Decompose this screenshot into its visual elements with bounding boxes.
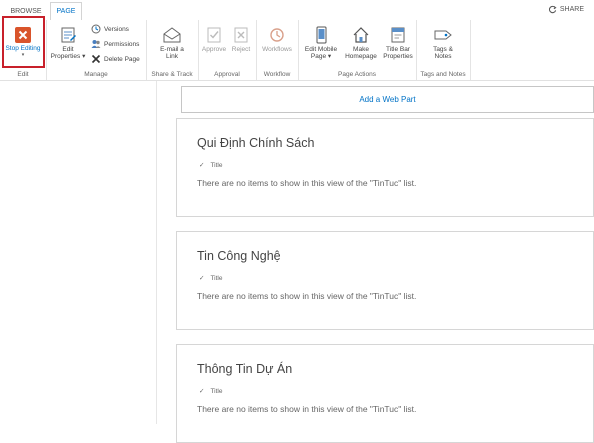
versions-button[interactable]: Versions bbox=[91, 23, 129, 35]
approve-button[interactable]: Approve bbox=[200, 26, 228, 53]
web-part-zone-3: Thông Tin Dự Án ✓ Title There are no ite… bbox=[176, 344, 594, 443]
group-label-tags-notes: Tags and Notes bbox=[420, 71, 466, 78]
email-link-label-2: Link bbox=[166, 53, 178, 60]
share-button[interactable]: SHARE bbox=[548, 5, 584, 14]
top-tab-bar: BROWSE PAGE SHARE bbox=[0, 0, 594, 21]
ribbon: Stop Editing ▾ Edit Edit Properties ▾ Ve… bbox=[0, 20, 594, 81]
group-page-actions: Edit Mobile Page ▾ Make Homepage Title B… bbox=[298, 20, 417, 80]
web-part-zone-1: Qui Định Chính Sách ✓ Title There are no… bbox=[176, 118, 594, 217]
workflows-label: Workflows bbox=[262, 46, 292, 53]
workflows-icon bbox=[270, 28, 284, 42]
edit-mobile-page-label: Edit Mobile bbox=[304, 46, 338, 53]
highlight-box bbox=[2, 16, 45, 68]
sync-icon bbox=[548, 5, 557, 14]
column-header[interactable]: ✓ Title bbox=[199, 161, 223, 170]
tags-notes-label-2: Notes bbox=[434, 53, 452, 60]
tags-notes-label: Tags & bbox=[433, 46, 453, 53]
edit-mobile-page-button[interactable]: Edit Mobile Page ▾ bbox=[300, 26, 342, 60]
group-label-approval: Approval bbox=[214, 71, 240, 78]
email-link-button[interactable]: E-mail a Link bbox=[150, 26, 194, 60]
group-label-edit: Edit bbox=[17, 71, 29, 78]
group-workflow: Workflows Workflow bbox=[256, 20, 299, 80]
column-header[interactable]: ✓ Title bbox=[199, 387, 223, 396]
group-label-page-actions: Page Actions bbox=[338, 71, 376, 78]
email-link-label: E-mail a bbox=[160, 46, 184, 53]
group-label-share-track: Share & Track bbox=[151, 71, 193, 78]
workflows-button[interactable]: Workflows bbox=[258, 26, 296, 53]
permissions-label: Permissions bbox=[104, 40, 140, 48]
check-icon: ✓ bbox=[199, 388, 205, 395]
left-gutter-divider bbox=[156, 81, 157, 424]
group-approval: Approve Reject Approval bbox=[198, 20, 257, 80]
column-header-label: Title bbox=[210, 387, 223, 395]
reject-label: Reject bbox=[231, 46, 251, 53]
tags-notes-button[interactable]: Tags & Notes bbox=[420, 26, 466, 60]
edit-properties-label: Edit bbox=[62, 46, 74, 53]
tab-page[interactable]: PAGE bbox=[50, 2, 82, 21]
permissions-icon bbox=[91, 40, 101, 48]
share-label: SHARE bbox=[559, 6, 584, 13]
group-label-workflow: Workflow bbox=[263, 71, 291, 78]
make-homepage-button[interactable]: Make Homepage bbox=[342, 26, 380, 60]
column-header[interactable]: ✓ Title bbox=[199, 274, 223, 283]
edit-properties-button[interactable]: Edit Properties ▾ bbox=[48, 26, 88, 60]
column-header-label: Title bbox=[210, 161, 223, 169]
tag-icon bbox=[434, 30, 452, 40]
home-icon bbox=[353, 27, 369, 43]
edit-properties-icon bbox=[61, 27, 76, 43]
empty-message: There are no items to show in this view … bbox=[197, 178, 417, 188]
delete-page-label: Delete Page bbox=[104, 55, 140, 63]
group-manage: Edit Properties ▾ Versions Permissions D… bbox=[46, 20, 147, 80]
web-part-title[interactable]: Tin Công Nghệ bbox=[197, 249, 281, 263]
delete-page-button[interactable]: Delete Page bbox=[91, 53, 140, 65]
group-tags-notes: Tags & Notes Tags and Notes bbox=[416, 20, 471, 80]
column-header-label: Title bbox=[210, 274, 223, 282]
group-label-manage: Manage bbox=[84, 71, 108, 78]
empty-message: There are no items to show in this view … bbox=[197, 404, 417, 414]
check-icon: ✓ bbox=[199, 162, 205, 169]
versions-icon bbox=[91, 24, 101, 34]
email-icon bbox=[163, 27, 181, 43]
title-bar-properties-button[interactable]: Title Bar Properties bbox=[380, 26, 416, 60]
empty-message: There are no items to show in this view … bbox=[197, 291, 417, 301]
add-web-part-button[interactable]: Add a Web Part bbox=[181, 86, 594, 113]
versions-label: Versions bbox=[104, 25, 129, 33]
permissions-button[interactable]: Permissions bbox=[91, 38, 139, 50]
title-bar-icon bbox=[391, 27, 405, 43]
make-homepage-label-2: Homepage bbox=[345, 53, 377, 60]
title-bar-properties-label: Title Bar bbox=[386, 46, 410, 53]
edit-mobile-page-label-2: Page ▾ bbox=[310, 53, 332, 60]
delete-icon bbox=[91, 54, 101, 64]
mobile-page-icon bbox=[316, 26, 327, 44]
web-part-zone-2: Tin Công Nghệ ✓ Title There are no items… bbox=[176, 231, 594, 330]
approve-label: Approve bbox=[201, 46, 227, 53]
reject-icon bbox=[234, 27, 248, 43]
title-bar-properties-label-2: Properties bbox=[383, 53, 413, 60]
web-part-title[interactable]: Qui Định Chính Sách bbox=[197, 136, 314, 150]
make-homepage-label: Make bbox=[353, 46, 369, 53]
group-share-track: E-mail a Link Share & Track bbox=[146, 20, 199, 80]
edit-properties-label-2: Properties ▾ bbox=[50, 53, 86, 60]
reject-button[interactable]: Reject bbox=[228, 26, 254, 53]
web-part-title[interactable]: Thông Tin Dự Án bbox=[197, 362, 292, 376]
check-icon: ✓ bbox=[199, 275, 205, 282]
approve-icon bbox=[207, 27, 221, 43]
